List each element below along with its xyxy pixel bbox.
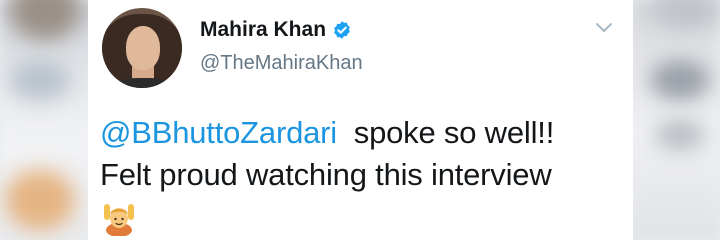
background-blur-blob <box>655 120 705 150</box>
author-handle[interactable]: @TheMahiraKhan <box>200 52 363 75</box>
display-name[interactable]: Mahira Khan <box>200 18 326 42</box>
background-blur-blob <box>650 60 710 100</box>
tweet-text: @BBhuttoZardari spoke so well!! Felt pro… <box>100 112 625 196</box>
mention-link[interactable]: @BBhuttoZardari <box>100 115 337 150</box>
author-name-row: Mahira Khan <box>200 18 352 42</box>
chevron-down-icon[interactable] <box>595 22 613 34</box>
person-raising-both-hands-icon <box>104 204 134 236</box>
background-blur-blob <box>10 60 70 100</box>
verified-badge-icon <box>334 21 350 39</box>
tweet-text-part: spoke so well!! <box>336 115 555 150</box>
avatar[interactable] <box>102 8 182 88</box>
background-blur-blob <box>5 170 75 230</box>
tweet-card: Mahira Khan @TheMahiraKhan @BBhuttoZarda… <box>88 0 633 240</box>
tweet-text-line: Felt proud watching this interview <box>100 157 552 192</box>
